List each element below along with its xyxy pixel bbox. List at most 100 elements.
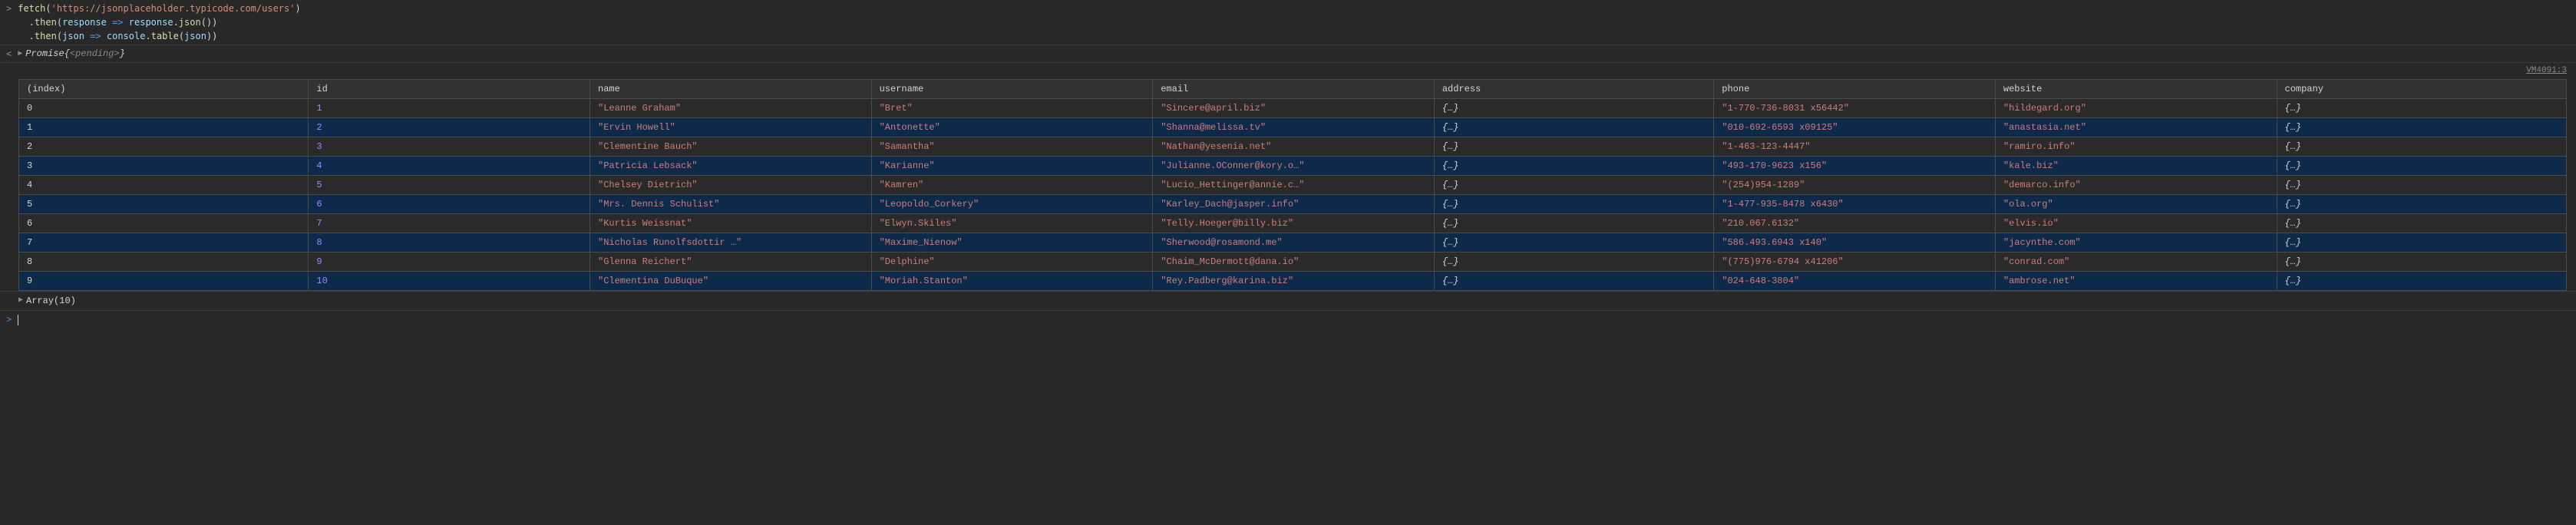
col-username[interactable]: username — [871, 79, 1153, 98]
cell-company[interactable]: {…} — [2277, 98, 2567, 117]
cell-username: "Maxime_Nienow" — [871, 233, 1153, 252]
input-code[interactable]: fetch('https://jsonplaceholder.typicode.… — [18, 2, 300, 43]
cell-email: "Nathan@yesenia.net" — [1153, 137, 1435, 156]
cell-id: 7 — [309, 213, 590, 233]
cell-address[interactable]: {…} — [1434, 252, 1713, 271]
cell-company[interactable]: {…} — [2277, 117, 2567, 137]
cell-website: "conrad.com" — [1995, 252, 2277, 271]
col-index[interactable]: (index) — [19, 79, 309, 98]
console-prompt[interactable]: > — [0, 311, 2576, 329]
cell-company[interactable]: {…} — [2277, 213, 2567, 233]
table-row[interactable]: 56"Mrs. Dennis Schulist""Leopoldo_Corker… — [19, 194, 2567, 213]
vm-source-link[interactable]: VM4091:3 — [0, 63, 2576, 79]
cell-company[interactable]: {…} — [2277, 137, 2567, 156]
col-address[interactable]: address — [1434, 79, 1713, 98]
cell-idx: 6 — [19, 213, 309, 233]
cell-company[interactable]: {…} — [2277, 175, 2567, 194]
table-row[interactable]: 34"Patricia Lebsack""Karianne""Julianne.… — [19, 156, 2567, 175]
cell-name: "Clementine Bauch" — [590, 137, 872, 156]
promise-state: <pending> — [70, 47, 120, 61]
result-marker-icon: < — [6, 47, 12, 61]
cell-idx: 3 — [19, 156, 309, 175]
cell-address[interactable]: {…} — [1434, 175, 1713, 194]
promise-class-label: Promise — [25, 47, 64, 61]
cell-id: 4 — [309, 156, 590, 175]
cell-website: "ramiro.info" — [1995, 137, 2277, 156]
cell-website: "hildegard.org" — [1995, 98, 2277, 117]
cell-address[interactable]: {…} — [1434, 117, 1713, 137]
cell-website: "demarco.info" — [1995, 175, 2277, 194]
table-row[interactable]: 910"Clementina DuBuque""Moriah.Stanton""… — [19, 271, 2567, 290]
cell-email: "Rey.Padberg@karina.biz" — [1153, 271, 1435, 290]
cell-name: "Glenna Reichert" — [590, 252, 872, 271]
cell-phone: "024-648-3804" — [1714, 271, 1996, 290]
table-row[interactable]: 12"Ervin Howell""Antonette""Shanna@melis… — [19, 117, 2567, 137]
cell-website: "ambrose.net" — [1995, 271, 2277, 290]
cell-idx: 0 — [19, 98, 309, 117]
cell-idx: 7 — [19, 233, 309, 252]
cell-id: 1 — [309, 98, 590, 117]
table-row[interactable]: 23"Clementine Bauch""Samantha""Nathan@ye… — [19, 137, 2567, 156]
cell-company[interactable]: {…} — [2277, 156, 2567, 175]
cell-name: "Nicholas Runolfsdottir …" — [590, 233, 872, 252]
cell-address[interactable]: {…} — [1434, 213, 1713, 233]
col-email[interactable]: email — [1153, 79, 1435, 98]
table-row[interactable]: 89"Glenna Reichert""Delphine""Chaim_McDe… — [19, 252, 2567, 271]
cell-address[interactable]: {…} — [1434, 98, 1713, 117]
cell-id: 10 — [309, 271, 590, 290]
cell-email: "Karley_Dach@jasper.info" — [1153, 194, 1435, 213]
cell-id: 3 — [309, 137, 590, 156]
cell-phone: "(775)976-6794 x41206" — [1714, 252, 1996, 271]
cell-website: "anastasia.net" — [1995, 117, 2277, 137]
table-row[interactable]: 67"Kurtis Weissnat""Elwyn.Skiles""Telly.… — [19, 213, 2567, 233]
col-website[interactable]: website — [1995, 79, 2277, 98]
cell-website: "jacynthe.com" — [1995, 233, 2277, 252]
array-summary[interactable]: ▶ Array(10) — [0, 292, 2576, 311]
cell-username: "Karianne" — [871, 156, 1153, 175]
cell-id: 9 — [309, 252, 590, 271]
cell-id: 5 — [309, 175, 590, 194]
cell-name: "Kurtis Weissnat" — [590, 213, 872, 233]
expand-arrow-icon[interactable]: ▶ — [18, 48, 22, 60]
cell-phone: "010-692-6593 x09125" — [1714, 117, 1996, 137]
table-row[interactable]: 45"Chelsey Dietrich""Kamren""Lucio_Hetti… — [19, 175, 2567, 194]
cell-address[interactable]: {…} — [1434, 137, 1713, 156]
cell-email: "Shanna@melissa.tv" — [1153, 117, 1435, 137]
col-company[interactable]: company — [2277, 79, 2567, 98]
cell-company[interactable]: {…} — [2277, 271, 2567, 290]
table-row[interactable]: 01"Leanne Graham""Bret""Sincere@april.bi… — [19, 98, 2567, 117]
expand-arrow-icon[interactable]: ▶ — [18, 295, 23, 306]
cell-address[interactable]: {…} — [1434, 194, 1713, 213]
table-row[interactable]: 78"Nicholas Runolfsdottir …""Maxime_Nien… — [19, 233, 2567, 252]
table-header-row: (index) id name username email address p… — [19, 79, 2567, 98]
cell-username: "Moriah.Stanton" — [871, 271, 1153, 290]
cell-username: "Elwyn.Skiles" — [871, 213, 1153, 233]
cell-company[interactable]: {…} — [2277, 252, 2567, 271]
cell-idx: 1 — [19, 117, 309, 137]
cell-email: "Sincere@april.biz" — [1153, 98, 1435, 117]
cell-address[interactable]: {…} — [1434, 233, 1713, 252]
col-name[interactable]: name — [590, 79, 872, 98]
cell-name: "Chelsey Dietrich" — [590, 175, 872, 194]
cell-username: "Bret" — [871, 98, 1153, 117]
col-phone[interactable]: phone — [1714, 79, 1996, 98]
console-input-block: > fetch('https://jsonplaceholder.typicod… — [0, 0, 2576, 45]
prompt-marker-icon: > — [6, 2, 12, 15]
cell-name: "Ervin Howell" — [590, 117, 872, 137]
cell-company[interactable]: {…} — [2277, 233, 2567, 252]
cell-email: "Telly.Hoeger@billy.biz" — [1153, 213, 1435, 233]
cell-email: "Julianne.OConner@kory.o…" — [1153, 156, 1435, 175]
cell-username: "Kamren" — [871, 175, 1153, 194]
promise-result-line[interactable]: < ▶ Promise { <pending> } — [0, 45, 2576, 63]
cell-phone: "1-463-123-4447" — [1714, 137, 1996, 156]
cell-phone: "586.493.6943 x140" — [1714, 233, 1996, 252]
prompt-marker-icon: > — [6, 313, 12, 327]
cell-email: "Chaim_McDermott@dana.io" — [1153, 252, 1435, 271]
cell-name: "Leanne Graham" — [590, 98, 872, 117]
col-id[interactable]: id — [309, 79, 590, 98]
cell-company[interactable]: {…} — [2277, 194, 2567, 213]
cell-phone: "210.067.6132" — [1714, 213, 1996, 233]
cell-username: "Samantha" — [871, 137, 1153, 156]
cell-address[interactable]: {…} — [1434, 156, 1713, 175]
cell-address[interactable]: {…} — [1434, 271, 1713, 290]
